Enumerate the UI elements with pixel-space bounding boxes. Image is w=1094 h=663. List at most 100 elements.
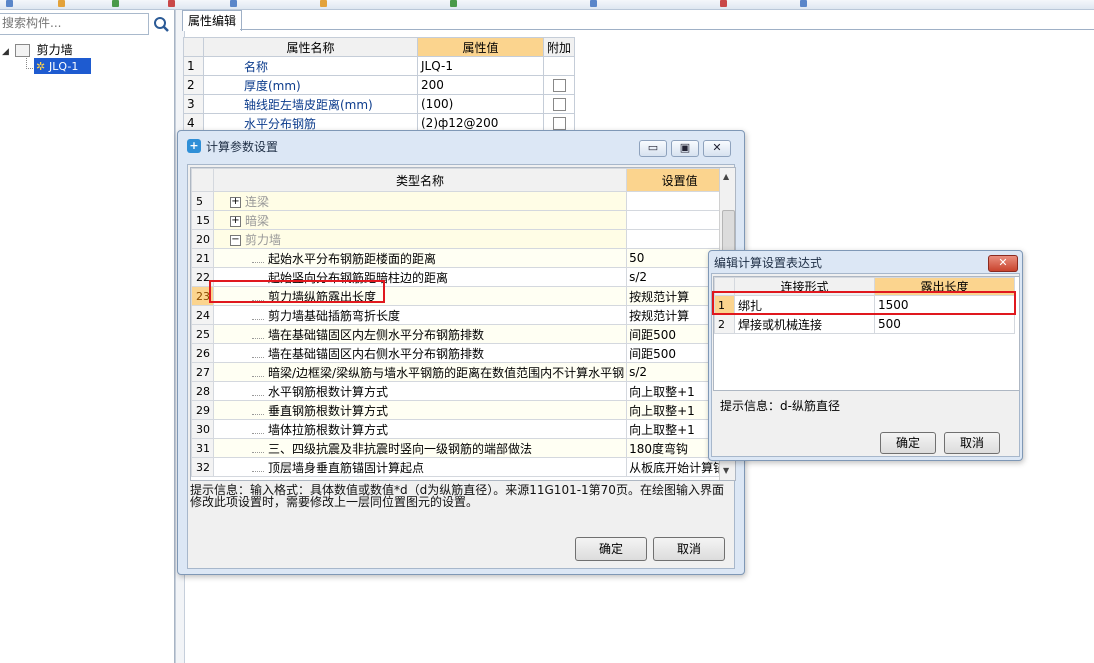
maximize-button[interactable]: ▣ <box>671 140 699 157</box>
column-header-prop-name[interactable]: 属性名称 <box>203 37 418 57</box>
table-row[interactable]: 29 垂直钢筋根数计算方式 向上取整+1 <box>191 400 734 420</box>
tree-node-jlq-1[interactable]: ✲ JLQ-1 <box>34 58 91 74</box>
tree-line <box>252 465 264 472</box>
exposed-length[interactable]: 1500 <box>874 295 1015 315</box>
tab-bar-line <box>240 29 1094 30</box>
table-row[interactable]: 30 墙体拉筋根数计算方式 向上取整+1 <box>191 419 734 439</box>
type-name-cell[interactable]: 墙体拉筋根数计算方式 <box>212 419 628 439</box>
column-header-exposed-length[interactable]: 露出长度 <box>874 277 1015 296</box>
table-row[interactable]: 1 绑扎 1500 <box>714 295 1015 315</box>
search-box[interactable] <box>0 13 149 35</box>
toolbar-icon[interactable] <box>800 0 807 7</box>
expression-grid: 连接形式 露出长度 1 绑扎 1500 2 焊接或机械连接 500 <box>713 276 1020 391</box>
row-number: 5 <box>191 191 214 211</box>
collapse-icon[interactable]: − <box>230 234 241 246</box>
column-header-prop-value[interactable]: 属性值 <box>417 37 544 57</box>
hint-text: 提示信息：输入格式：具体数值或数值*d（d为纵筋直径）。来源11G101-1第7… <box>190 483 724 509</box>
toolbar-icon[interactable] <box>230 0 237 7</box>
table-row[interactable]: 5 + 连梁 <box>191 191 734 211</box>
setting-value[interactable] <box>626 191 734 211</box>
table-row[interactable]: 2 厚度(mm) 200 <box>183 75 576 95</box>
type-name: 连梁 <box>245 194 270 209</box>
scroll-up-icon[interactable]: ▲ <box>723 172 729 181</box>
row-number: 29 <box>191 400 214 420</box>
tree-expand-icon[interactable]: ◢ <box>2 47 9 57</box>
tab-property-edit[interactable]: 属性编辑 <box>182 10 242 31</box>
table-row[interactable]: 28 水平钢筋根数计算方式 向上取整+1 <box>191 381 734 401</box>
cancel-button[interactable]: 取消 <box>653 537 725 561</box>
table-row[interactable]: 27 暗梁/边框梁/梁纵筋与墙水平钢筋的距离在数值范围内不计算水平钢 s/2 <box>191 362 734 382</box>
component-tree-pane: ◢ 剪力墙 ✲ JLQ-1 <box>0 10 175 663</box>
prop-value[interactable]: 200 <box>417 75 544 95</box>
extra-checkbox[interactable] <box>552 98 566 111</box>
toolbar-icon[interactable] <box>168 0 175 7</box>
column-header-extra[interactable]: 附加 <box>542 37 576 57</box>
close-button[interactable]: ✕ <box>988 255 1018 272</box>
type-name-cell[interactable]: 墙在基础锚固区内右侧水平分布钢筋排数 <box>212 343 628 363</box>
tree-line <box>252 332 264 339</box>
table-row[interactable]: 1 名称 JLQ-1 <box>183 56 576 76</box>
setting-value[interactable] <box>626 210 734 230</box>
toolbar-icon[interactable] <box>112 0 119 7</box>
ok-button[interactable]: 确定 <box>880 432 936 454</box>
table-row[interactable]: 21 起始水平分布钢筋距楼面的距离 50 <box>191 248 734 268</box>
close-button[interactable]: ✕ <box>703 140 731 157</box>
type-name-cell[interactable]: 垂直钢筋根数计算方式 <box>212 400 628 420</box>
type-name-cell[interactable]: 水平钢筋根数计算方式 <box>212 381 628 401</box>
table-row[interactable]: 32 顶层墙身垂直筋锚固计算起点 从板底开始计算锚 <box>191 457 734 477</box>
table-row[interactable]: 20− 剪力墙 <box>191 229 734 249</box>
table-row[interactable]: 26 墙在基础锚固区内右侧水平分布钢筋排数 间距500 <box>191 343 734 363</box>
table-row[interactable]: 2 焊接或机械连接 500 <box>714 314 1015 334</box>
search-input[interactable] <box>0 14 144 32</box>
group-cell[interactable]: + 连梁 <box>212 191 628 211</box>
table-row[interactable]: 15 + 暗梁 <box>191 210 734 230</box>
exposed-length[interactable]: 500 <box>874 314 1015 334</box>
connection-type[interactable]: 焊接或机械连接 <box>734 314 875 334</box>
table-row[interactable]: 22 起始竖向分布钢筋距暗柱边的距离 s/2 <box>191 267 734 287</box>
type-name-cell[interactable]: 顶层墙身垂直筋锚固计算起点 <box>212 457 628 477</box>
prop-value[interactable]: JLQ-1 <box>417 56 544 76</box>
type-name-cell[interactable]: 三、四级抗震及非抗震时竖向一级钢筋的端部做法 <box>212 438 628 458</box>
toolbar-icon[interactable] <box>58 0 65 7</box>
toolbar-icon[interactable] <box>720 0 727 7</box>
type-name-cell[interactable]: 起始水平分布钢筋距楼面的距离 <box>212 248 628 268</box>
dialog-title: 编辑计算设置表达式 <box>714 256 823 270</box>
cancel-button[interactable]: 取消 <box>944 432 1000 454</box>
expand-icon[interactable]: + <box>230 215 241 227</box>
ok-button[interactable]: 确定 <box>575 537 647 561</box>
type-name-cell[interactable]: 墙在基础锚固区内左侧水平分布钢筋排数 <box>212 324 628 344</box>
group-cell[interactable]: + 暗梁 <box>212 210 628 230</box>
toolbar-icon[interactable] <box>6 0 13 7</box>
column-header-type-name[interactable]: 类型名称 <box>212 168 628 192</box>
toolbar-icon[interactable] <box>450 0 457 7</box>
expand-icon[interactable]: + <box>230 196 241 208</box>
connection-type[interactable]: 绑扎 <box>734 295 875 315</box>
toolbar-icon[interactable] <box>590 0 597 7</box>
scroll-down-icon[interactable]: ▼ <box>723 466 729 475</box>
column-header-connection-type[interactable]: 连接形式 <box>734 277 875 296</box>
table-row[interactable]: 25 墙在基础锚固区内左侧水平分布钢筋排数 间距500 <box>191 324 734 344</box>
extra-checkbox[interactable] <box>552 117 566 130</box>
dialog-body: 连接形式 露出长度 1 绑扎 1500 2 焊接或机械连接 500 提示信息：d… <box>711 273 1020 457</box>
setting-value[interactable] <box>626 229 734 249</box>
table-row[interactable]: 31 三、四级抗震及非抗震时竖向一级钢筋的端部做法 180度弯钩 <box>191 438 734 458</box>
search-button[interactable] <box>150 13 172 35</box>
column-header-index <box>714 277 735 296</box>
tree-node-shear-wall[interactable]: ◢ 剪力墙 <box>2 42 73 58</box>
type-name-cell[interactable]: 剪力墙基础插筋弯折长度 <box>212 305 628 325</box>
type-name-cell[interactable]: 起始竖向分布钢筋距暗柱边的距离 <box>212 267 628 287</box>
table-row[interactable]: 23 剪力墙纵筋露出长度 按规范计算 <box>191 286 734 306</box>
tree-line <box>252 294 264 301</box>
toolbar-icon[interactable] <box>320 0 327 7</box>
table-row[interactable]: 3 轴线距左墙皮距离(mm) (100) <box>183 94 576 114</box>
minimize-button[interactable]: ▭ <box>639 140 667 157</box>
extra-checkbox[interactable] <box>552 79 566 92</box>
param-table: 类型名称 设置值 5 + 连梁 15 + 暗梁 20− 剪力墙 21 起始水平分布钢筋距楼面的距离… <box>191 168 734 477</box>
column-header-setting-value[interactable]: 设置值 <box>626 168 734 192</box>
type-name-cell[interactable]: 暗梁/边框梁/梁纵筋与墙水平钢筋的距离在数值范围内不计算水平钢 <box>212 362 628 382</box>
table-row[interactable]: 24 剪力墙基础插筋弯折长度 按规范计算 <box>191 305 734 325</box>
prop-value[interactable]: (100) <box>417 94 544 114</box>
group-cell[interactable]: − 剪力墙 <box>212 229 628 249</box>
type-name-cell[interactable]: 剪力墙纵筋露出长度 <box>212 286 628 306</box>
tree-line <box>252 389 264 396</box>
